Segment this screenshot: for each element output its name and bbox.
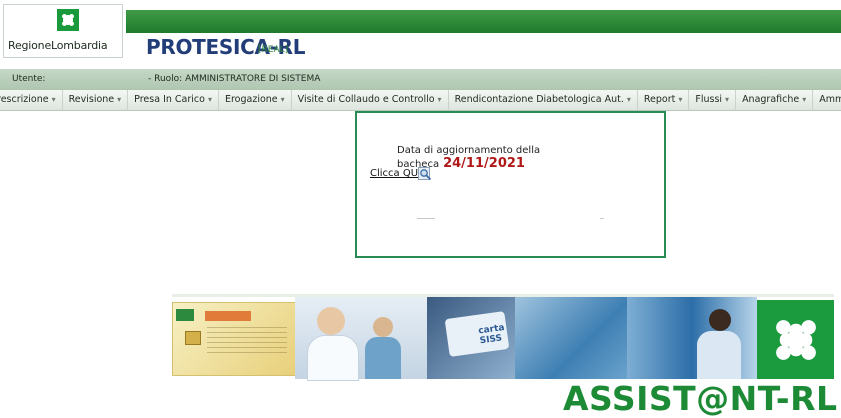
notice-board: Data di aggiornamento della bacheca 24/11… xyxy=(355,111,666,258)
region-cross-logo-icon xyxy=(757,300,834,379)
menu-label: Erogazione xyxy=(224,94,278,105)
menu-presa-in-carico[interactable]: Presa In Carico ▾ xyxy=(128,90,219,110)
cross-logo-icon xyxy=(57,9,79,31)
patient-head xyxy=(373,317,393,337)
chevron-down-icon: ▾ xyxy=(437,95,442,104)
chevron-down-icon: ▾ xyxy=(117,95,122,104)
chevron-down-icon: ▾ xyxy=(51,95,56,104)
doctors-image xyxy=(295,297,427,381)
menu-label: Amministrazione xyxy=(819,94,841,105)
header: RegioneLombardia PROTESICA-RL [REAL] xyxy=(0,0,841,64)
menu-prescrizione[interactable]: rescrizione ▾ xyxy=(0,90,63,110)
environment-tag: [REAL] xyxy=(258,45,289,55)
patient-body xyxy=(365,337,401,379)
user-label: Utente: xyxy=(12,74,46,84)
menu-label: Anagrafiche xyxy=(742,94,800,105)
divider xyxy=(600,218,604,219)
menu-rendicontazione[interactable]: Rendicontazione Diabetologica Aut. ▾ xyxy=(449,90,638,110)
mini-logo-icon xyxy=(176,309,194,321)
doctor-body xyxy=(307,335,359,381)
city-image xyxy=(515,297,627,379)
menu-label: rescrizione xyxy=(0,94,49,105)
menu-label: Report xyxy=(643,94,676,105)
menu-revisione[interactable]: Revisione ▾ xyxy=(63,90,129,110)
hand-card-image: carta SISS xyxy=(427,297,515,379)
divider xyxy=(417,218,435,219)
regional-card-image xyxy=(172,302,296,376)
notice-date: 24/11/2021 xyxy=(443,156,525,171)
role-label: - Ruolo: AMMINISTRATORE DI SISTEMA xyxy=(148,74,321,84)
main-menu: rescrizione ▾ Revisione ▾ Presa In Carico ▾… xyxy=(0,90,841,111)
card-lines xyxy=(207,327,287,357)
magnifier-icon[interactable] xyxy=(418,167,432,184)
chip-icon xyxy=(185,331,201,345)
menu-label: Flussi xyxy=(695,94,723,105)
card-tag xyxy=(205,311,251,321)
menu-label: Revisione xyxy=(68,94,115,105)
region-logo[interactable]: RegioneLombardia xyxy=(3,4,123,58)
menu-anagrafiche[interactable]: Anagrafiche ▾ xyxy=(736,90,814,110)
logo-text: RegioneLombardia xyxy=(8,39,108,52)
menu-label: Rendicontazione Diabetologica Aut. xyxy=(454,94,624,105)
menu-visite-collaudo[interactable]: Visite di Collaudo e Controllo ▾ xyxy=(292,90,449,110)
notice-text: Data di aggiornamento della bacheca 24/11… xyxy=(397,145,664,171)
chevron-down-icon: ▾ xyxy=(626,95,631,104)
menu-erogazione[interactable]: Erogazione ▾ xyxy=(219,90,292,110)
header-green-bar xyxy=(126,10,841,33)
click-here-link[interactable]: Clicca QUI xyxy=(370,168,421,179)
operator-image xyxy=(627,297,757,379)
doctor-head xyxy=(317,307,345,335)
chevron-down-icon: ▾ xyxy=(280,95,285,104)
assistant-banner: carta SISS xyxy=(172,297,834,381)
chevron-down-icon: ▾ xyxy=(725,95,730,104)
chevron-down-icon: ▾ xyxy=(802,95,807,104)
operator-body xyxy=(697,331,741,379)
menu-amministrazione[interactable]: Amministrazione▾ xyxy=(813,90,841,110)
chevron-down-icon: ▾ xyxy=(678,95,683,104)
assistant-title: ASSIST@NT-RL xyxy=(563,379,838,418)
menu-report[interactable]: Report ▾ xyxy=(638,90,690,110)
chevron-down-icon: ▾ xyxy=(207,95,212,104)
user-info-bar: Utente: - Ruolo: AMMINISTRATORE DI SISTE… xyxy=(0,69,841,90)
menu-flussi[interactable]: Flussi ▾ xyxy=(689,90,737,110)
menu-label: Visite di Collaudo e Controllo xyxy=(297,94,435,105)
siss-card-text: carta SISS xyxy=(477,322,506,347)
menu-label: Presa In Carico xyxy=(134,94,205,105)
operator-head xyxy=(709,309,731,331)
